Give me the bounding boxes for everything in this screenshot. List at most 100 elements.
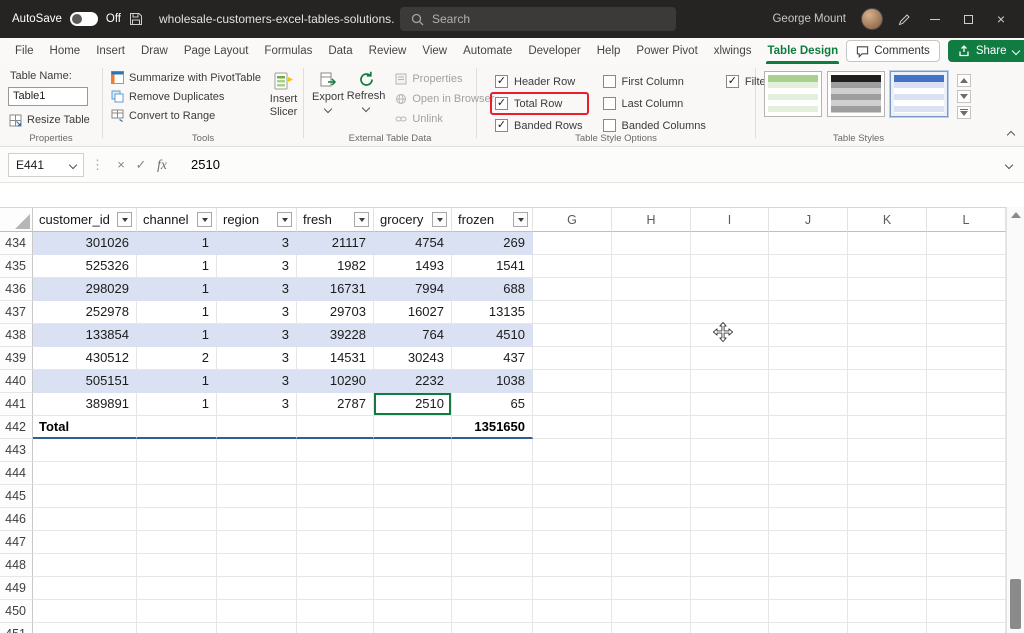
cell[interactable]: 3 [217, 255, 297, 278]
cell[interactable] [691, 485, 769, 508]
cell[interactable] [848, 232, 927, 255]
tab-file[interactable]: File [7, 38, 42, 64]
filter-dropdown-icon[interactable] [117, 212, 132, 227]
cell[interactable] [691, 508, 769, 531]
table-name-input[interactable] [8, 87, 88, 106]
cell[interactable] [769, 508, 848, 531]
cell[interactable]: 298029 [33, 278, 137, 301]
column-header-fresh[interactable]: fresh [297, 208, 374, 232]
cell[interactable] [848, 255, 927, 278]
column-header-grocery[interactable]: grocery [374, 208, 452, 232]
cell[interactable] [769, 301, 848, 324]
cell[interactable] [374, 439, 452, 462]
cell[interactable] [533, 416, 612, 439]
cell[interactable] [769, 531, 848, 554]
cell[interactable]: 3 [217, 324, 297, 347]
cell[interactable] [217, 554, 297, 577]
cell[interactable] [927, 301, 1006, 324]
tab-draw[interactable]: Draw [133, 38, 176, 64]
cell[interactable] [217, 508, 297, 531]
row-number[interactable]: 445 [0, 485, 33, 508]
cell[interactable] [533, 508, 612, 531]
cell[interactable] [927, 393, 1006, 416]
cell[interactable] [927, 600, 1006, 623]
column-header-h[interactable]: H [612, 208, 691, 232]
cell[interactable]: 1038 [452, 370, 533, 393]
cell[interactable] [612, 554, 691, 577]
cell[interactable] [612, 623, 691, 633]
cell[interactable]: 30243 [374, 347, 452, 370]
cell[interactable] [297, 600, 374, 623]
cell[interactable]: 1 [137, 370, 217, 393]
cell[interactable] [374, 531, 452, 554]
cell[interactable] [533, 531, 612, 554]
cell[interactable] [533, 347, 612, 370]
cell[interactable] [533, 370, 612, 393]
tab-view[interactable]: View [414, 38, 455, 64]
refresh-button[interactable]: Refresh [347, 68, 386, 125]
cell[interactable]: 430512 [33, 347, 137, 370]
column-header-frozen[interactable]: frozen [452, 208, 533, 232]
cell[interactable] [927, 324, 1006, 347]
cell[interactable] [927, 462, 1006, 485]
avatar[interactable] [861, 8, 883, 30]
column-header-j[interactable]: J [769, 208, 848, 232]
cell[interactable] [691, 278, 769, 301]
cell[interactable] [297, 623, 374, 633]
style-option-total-row[interactable]: ✓Total Row [495, 97, 583, 110]
cell[interactable] [533, 232, 612, 255]
cell[interactable] [297, 462, 374, 485]
tab-insert[interactable]: Insert [88, 38, 133, 64]
export-button[interactable]: Export [312, 68, 344, 125]
cell[interactable]: 764 [374, 324, 452, 347]
style-option-first-column[interactable]: First Column [603, 75, 706, 88]
convert-to-range-button[interactable]: Convert to Range [111, 109, 261, 122]
cell[interactable] [217, 462, 297, 485]
cell[interactable]: 1 [137, 301, 217, 324]
cell[interactable] [297, 531, 374, 554]
cell[interactable] [848, 577, 927, 600]
filter-dropdown-icon[interactable] [432, 212, 447, 227]
cell[interactable] [848, 324, 927, 347]
tab-developer[interactable]: Developer [520, 38, 588, 64]
cell[interactable] [691, 416, 769, 439]
cell[interactable]: 2 [137, 347, 217, 370]
row-number[interactable]: 435 [0, 255, 33, 278]
cell[interactable] [297, 577, 374, 600]
total-cell[interactable] [297, 416, 374, 439]
cell[interactable] [769, 462, 848, 485]
tab-xlwings[interactable]: xlwings [706, 38, 760, 64]
cell[interactable] [137, 508, 217, 531]
cell[interactable] [137, 462, 217, 485]
cell[interactable]: 1541 [452, 255, 533, 278]
cell[interactable] [769, 416, 848, 439]
cell[interactable] [848, 462, 927, 485]
insert-function-button[interactable]: fx [151, 157, 173, 173]
cell[interactable] [374, 462, 452, 485]
table-styles-scroll-up-button[interactable] [957, 74, 971, 87]
cell[interactable]: 65 [452, 393, 533, 416]
row-number[interactable]: 439 [0, 347, 33, 370]
cell[interactable] [533, 623, 612, 633]
row-number[interactable]: 443 [0, 439, 33, 462]
cell[interactable] [533, 301, 612, 324]
cell[interactable] [533, 462, 612, 485]
cell[interactable] [691, 554, 769, 577]
cell[interactable] [33, 600, 137, 623]
cell[interactable]: 16027 [374, 301, 452, 324]
cell[interactable] [769, 324, 848, 347]
cell[interactable] [927, 370, 1006, 393]
cell[interactable]: 1 [137, 255, 217, 278]
cell[interactable] [217, 439, 297, 462]
cell[interactable] [374, 554, 452, 577]
column-header-l[interactable]: L [927, 208, 1006, 232]
cell[interactable] [297, 439, 374, 462]
cell[interactable]: 1 [137, 278, 217, 301]
cell[interactable] [137, 439, 217, 462]
row-number[interactable]: 436 [0, 278, 33, 301]
cell[interactable] [927, 347, 1006, 370]
cell[interactable] [137, 577, 217, 600]
cell[interactable]: 3 [217, 301, 297, 324]
cell[interactable] [297, 508, 374, 531]
style-option-last-column[interactable]: Last Column [603, 97, 706, 110]
